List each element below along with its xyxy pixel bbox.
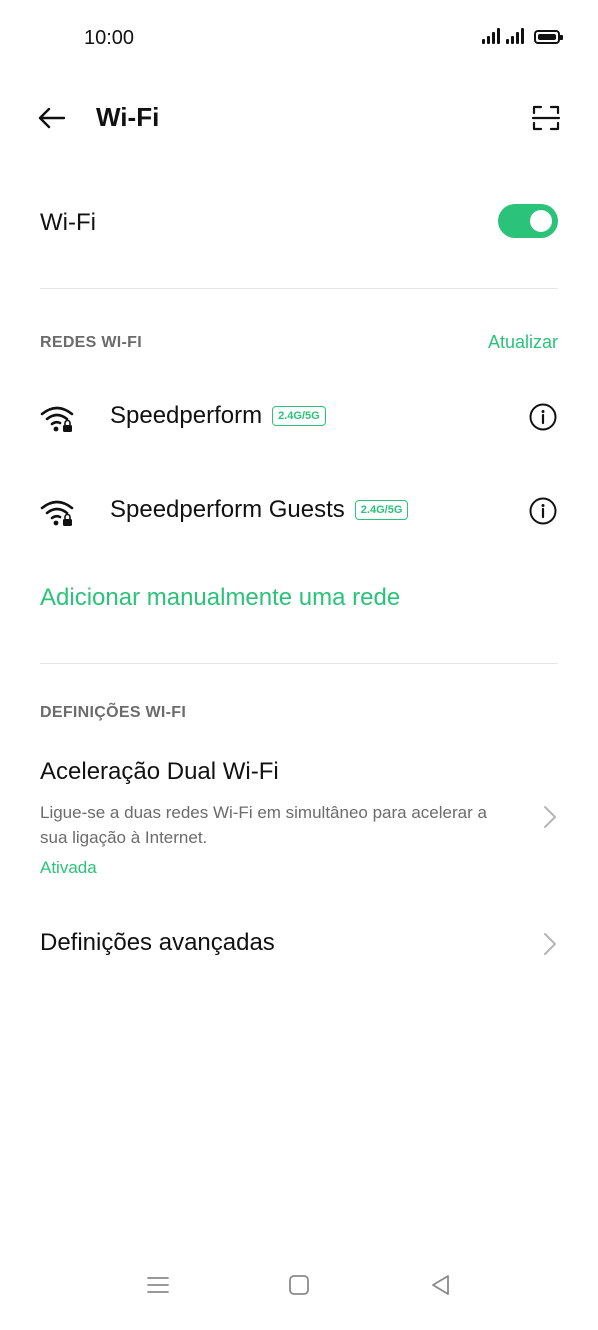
setting-description: Ligue-se a duas redes Wi-Fi em simultâne… <box>40 803 487 847</box>
dual-wifi-acceleration-item[interactable]: Aceleração Dual Wi-Fi Ligue-se a duas re… <box>40 758 558 878</box>
refresh-button[interactable]: Atualizar <box>488 332 558 353</box>
network-name-group: Speedperform 2.4G/5G <box>110 402 326 430</box>
app-header: Wi-Fi <box>0 88 598 148</box>
navigation-bar <box>0 1260 598 1310</box>
home-button[interactable] <box>286 1272 312 1298</box>
divider <box>40 288 558 289</box>
network-info-button[interactable] <box>528 496 558 526</box>
home-icon <box>289 1275 309 1295</box>
setting-title: Definições avançadas <box>40 929 275 956</box>
battery-icon <box>534 30 563 44</box>
network-name: Speedperform Guests <box>110 496 345 523</box>
arrow-left-icon <box>38 107 66 129</box>
band-badge: 2.4G/5G <box>272 406 326 426</box>
network-info-button[interactable] <box>528 402 558 432</box>
chevron-right-icon <box>544 933 556 955</box>
wifi-toggle-label: Wi-Fi <box>40 209 96 236</box>
wifi-locked-icon <box>40 500 74 526</box>
page-title: Wi-Fi <box>96 102 160 132</box>
networks-section-header: REDES WI-FI <box>40 334 142 351</box>
info-icon <box>529 403 557 431</box>
cellular-signal-icon <box>506 28 524 44</box>
status-time: 10:00 <box>84 27 135 49</box>
band-badge: 2.4G/5G <box>354 500 409 520</box>
qr-scan-icon <box>531 105 561 131</box>
setting-status: Ativada <box>40 858 97 877</box>
add-network-button[interactable]: Adicionar manualmente uma rede <box>40 584 400 612</box>
back-button[interactable] <box>34 100 70 136</box>
info-icon <box>529 497 557 525</box>
network-item[interactable]: Speedperform 2.4G/5G <box>40 382 558 452</box>
chevron-right-icon <box>544 806 556 828</box>
status-icons <box>482 28 563 44</box>
wifi-switch[interactable] <box>498 204 558 238</box>
settings-section-header: DEFINIÇÕES WI-FI <box>40 704 187 721</box>
system-back-button[interactable] <box>428 1272 454 1298</box>
network-name: Speedperform <box>110 402 263 429</box>
qr-scan-button[interactable] <box>530 102 562 134</box>
network-name-group: Speedperform Guests 2.4G/5G <box>110 496 409 524</box>
switch-knob <box>530 210 552 232</box>
setting-title: Aceleração Dual Wi-Fi <box>40 758 279 785</box>
advanced-settings-item[interactable]: Definições avançadas <box>40 929 558 957</box>
status-bar: 10:00 <box>0 0 598 80</box>
recents-button[interactable] <box>145 1272 171 1298</box>
back-triangle-icon <box>432 1275 449 1295</box>
cellular-signal-icon <box>482 28 500 44</box>
menu-icon <box>147 1277 169 1293</box>
wifi-toggle-row[interactable]: Wi-Fi <box>40 190 558 254</box>
wifi-settings-screen: 10:00 Wi-Fi Wi-Fi REDES WI-FI Atualizar … <box>0 0 598 1330</box>
wifi-locked-icon <box>40 406 74 432</box>
divider <box>40 663 558 664</box>
network-item[interactable]: Speedperform Guests 2.4G/5G <box>40 476 558 546</box>
